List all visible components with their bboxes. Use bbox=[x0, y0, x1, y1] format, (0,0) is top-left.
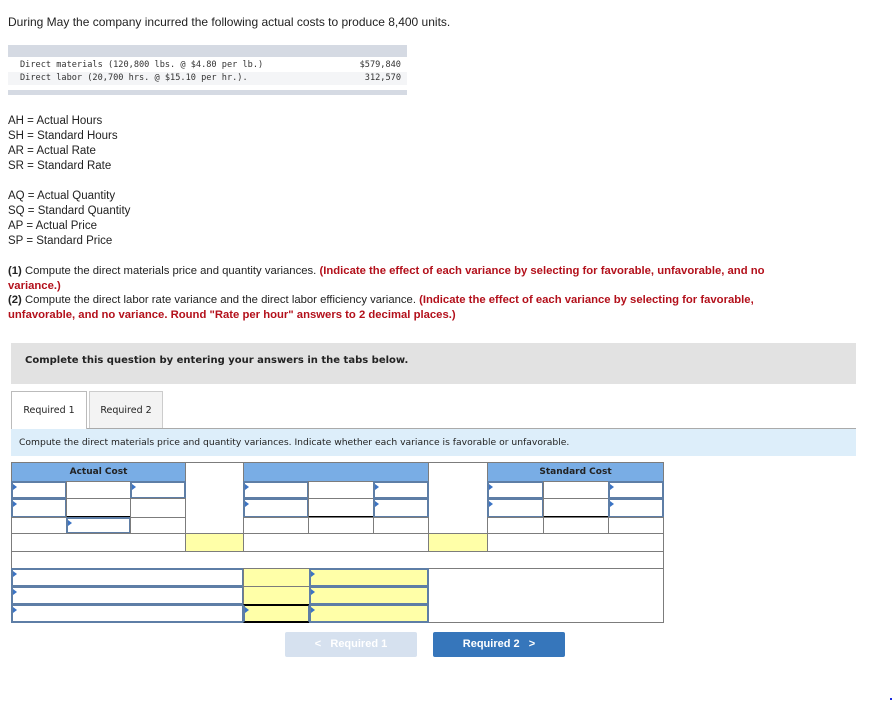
complete-banner-text: Complete this question by entering your … bbox=[25, 355, 409, 366]
operator-cell bbox=[543, 498, 609, 518]
variance-effect-select[interactable] bbox=[309, 586, 429, 605]
quantity-variance-cell[interactable] bbox=[428, 533, 488, 552]
actual-quantity-input[interactable] bbox=[11, 481, 67, 499]
variance-amount-cell[interactable] bbox=[243, 568, 310, 587]
definition: AH = Actual Hours bbox=[8, 115, 103, 127]
actual-total-input[interactable] bbox=[66, 517, 131, 534]
blank-cell bbox=[487, 533, 664, 552]
next-button-label: Required 2 bbox=[462, 638, 520, 650]
tab-instruction-bar: Compute the direct materials price and q… bbox=[11, 429, 856, 456]
labor-definitions: AH = Actual Hours SH = Standard Hours AR… bbox=[8, 114, 118, 174]
variance-effect-select[interactable] bbox=[309, 568, 429, 587]
standard-total-input[interactable] bbox=[608, 498, 664, 518]
middle-total-input[interactable] bbox=[373, 498, 429, 518]
operator-cell bbox=[308, 481, 374, 499]
middle-price-input[interactable] bbox=[373, 481, 429, 499]
blank-cell bbox=[130, 517, 186, 534]
question-text: Compute the direct labor rate variance a… bbox=[21, 294, 420, 306]
question-text: Compute the direct materials price and q… bbox=[21, 265, 320, 277]
variance-label-input[interactable] bbox=[11, 604, 244, 623]
blank-cell bbox=[608, 517, 664, 534]
blank-cell bbox=[130, 498, 186, 518]
question-number: (1) bbox=[8, 265, 22, 277]
table-header-bar bbox=[8, 45, 407, 57]
actual-price-input[interactable] bbox=[130, 481, 186, 499]
variance-total-input[interactable] bbox=[243, 604, 310, 623]
middle-cost-input[interactable] bbox=[243, 498, 309, 518]
standard-cost-header: Standard Cost bbox=[487, 462, 664, 482]
definition: SP = Standard Price bbox=[8, 235, 113, 247]
materials-definitions: AQ = Actual Quantity SQ = Standard Quant… bbox=[8, 189, 130, 249]
prev-button-label: Required 1 bbox=[330, 638, 388, 650]
focus-dot bbox=[890, 698, 892, 700]
cost-amount: 312,570 bbox=[364, 73, 401, 83]
operator-cell bbox=[66, 498, 131, 518]
variance-label-input[interactable] bbox=[11, 586, 244, 605]
question-1: (1) Compute the direct materials price a… bbox=[8, 264, 778, 293]
price-variance-cell[interactable] bbox=[185, 533, 244, 552]
cost-label: Direct materials (120,800 lbs. @ $4.80 p… bbox=[20, 60, 264, 70]
next-required-2-button[interactable]: Required 2 > bbox=[433, 632, 565, 657]
question-number: (2) bbox=[8, 294, 22, 306]
variance-amount-cell[interactable] bbox=[243, 586, 310, 605]
cost-row: Direct materials (120,800 lbs. @ $4.80 p… bbox=[8, 59, 407, 72]
blank-cell bbox=[373, 517, 429, 534]
chevron-left-icon: < bbox=[314, 638, 322, 650]
operator-cell bbox=[543, 481, 609, 499]
variance-effect-select[interactable] bbox=[309, 604, 429, 623]
spacer-row bbox=[11, 551, 664, 569]
definition: AR = Actual Rate bbox=[8, 145, 96, 157]
chevron-right-icon: > bbox=[528, 638, 536, 650]
middle-header bbox=[243, 462, 429, 482]
blank-cell bbox=[487, 517, 544, 534]
standard-price-input[interactable] bbox=[608, 481, 664, 499]
definition: SR = Standard Rate bbox=[8, 160, 112, 172]
definition: SQ = Standard Quantity bbox=[8, 205, 131, 217]
blank-cell bbox=[543, 517, 609, 534]
actual-cost-input[interactable] bbox=[11, 498, 67, 518]
standard-quantity-input[interactable] bbox=[487, 481, 544, 499]
actual-costs-table: Direct materials (120,800 lbs. @ $4.80 p… bbox=[8, 45, 407, 95]
cost-amount: $579,840 bbox=[359, 60, 401, 70]
prev-required-1-button[interactable]: < Required 1 bbox=[285, 632, 417, 657]
definition: AQ = Actual Quantity bbox=[8, 190, 116, 202]
blank-cell bbox=[11, 533, 186, 552]
standard-cost-input[interactable] bbox=[487, 498, 544, 518]
question-2: (2) Compute the direct labor rate varian… bbox=[8, 293, 778, 322]
cost-label: Direct labor (20,700 hrs. @ $15.10 per h… bbox=[20, 73, 248, 83]
blank-cell bbox=[243, 533, 429, 552]
blank-cell bbox=[308, 517, 374, 534]
tab-instruction-text: Compute the direct materials price and q… bbox=[19, 437, 570, 448]
operator-cell bbox=[308, 498, 374, 518]
question-instructions: (1) Compute the direct materials price a… bbox=[8, 264, 778, 322]
blank-cell bbox=[243, 517, 309, 534]
table-footer-bar bbox=[8, 90, 407, 95]
definition: SH = Standard Hours bbox=[8, 130, 118, 142]
problem-intro: During May the company incurred the foll… bbox=[8, 15, 451, 29]
tab-required-2[interactable]: Required 2 bbox=[89, 391, 163, 428]
complete-banner: Complete this question by entering your … bbox=[11, 343, 856, 384]
variance-label-input[interactable] bbox=[11, 568, 244, 587]
definition: AP = Actual Price bbox=[8, 220, 97, 232]
actual-cost-header: Actual Cost bbox=[11, 462, 186, 482]
operator-cell bbox=[66, 481, 131, 499]
blank-cell bbox=[11, 517, 67, 534]
middle-quantity-input[interactable] bbox=[243, 481, 309, 499]
tab-required-1[interactable]: Required 1 bbox=[11, 391, 87, 429]
cost-row: Direct labor (20,700 hrs. @ $15.10 per h… bbox=[8, 72, 407, 85]
